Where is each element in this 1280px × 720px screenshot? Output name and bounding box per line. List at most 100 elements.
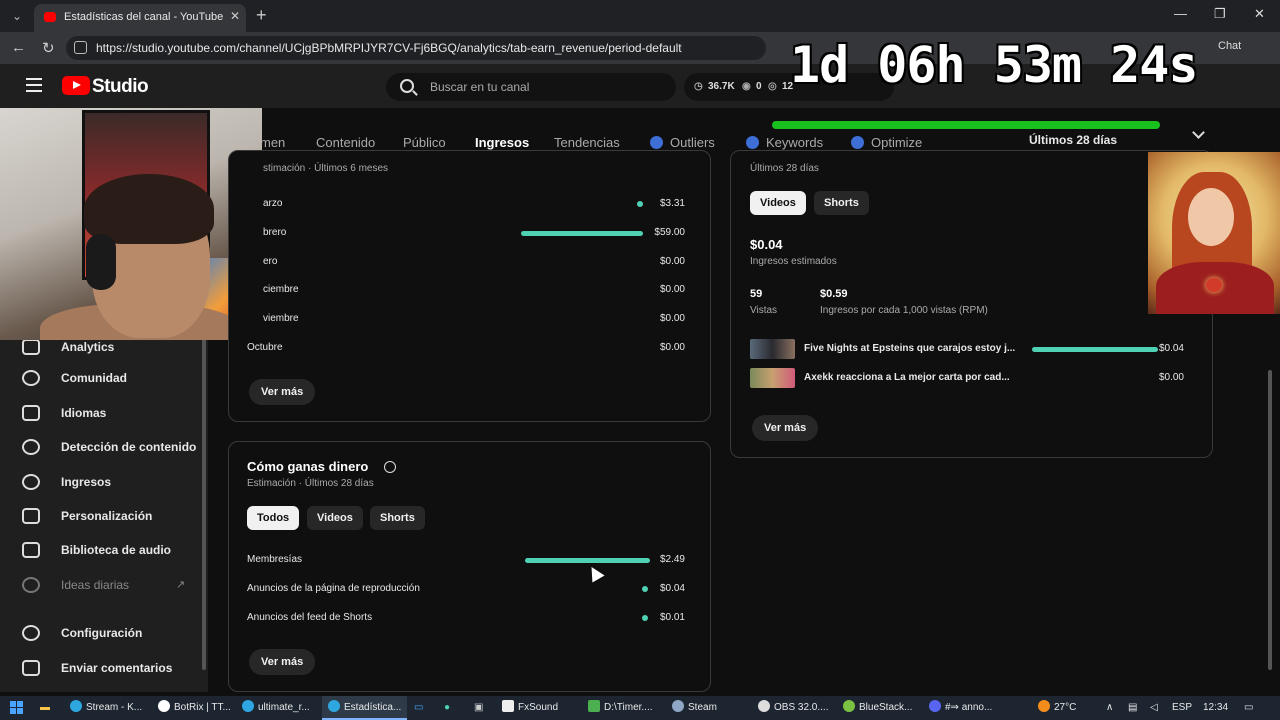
history-clock-icon[interactable] <box>384 461 396 473</box>
sidebar-item-configuracion[interactable]: Configuración <box>22 622 202 646</box>
sidebar-scrollbar[interactable] <box>202 336 206 670</box>
tab-ingresos[interactable]: Ingresos <box>475 135 529 150</box>
tab-resumen[interactable]: men <box>260 135 285 150</box>
input-language[interactable]: ESP <box>1172 696 1192 720</box>
card-subtitle: Estimación · Últimos 28 días <box>247 478 374 489</box>
channel-search-input[interactable]: Buscar en tu canal <box>386 73 676 101</box>
taskbar-app[interactable]: FxSound <box>502 696 558 720</box>
notifications-icon[interactable]: ▭ <box>1244 696 1253 720</box>
weather-widget[interactable]: 27°C <box>1038 696 1076 720</box>
clock-time[interactable]: 12:34 <box>1203 696 1228 720</box>
taskbar-label: Estadística... <box>344 702 402 713</box>
file-explorer-icon[interactable]: ▬ <box>40 696 50 720</box>
taskbar-app[interactable]: BotRix | TT... <box>158 696 231 720</box>
taskbar-app-active[interactable]: Estadística... <box>322 696 408 720</box>
site-info-icon[interactable] <box>74 41 87 54</box>
source-label: Membresías <box>247 554 303 565</box>
card-title: Cómo ganas dinero <box>247 459 369 474</box>
period-selector-label[interactable]: Últimos 28 días <box>1029 133 1117 147</box>
new-tab-icon[interactable]: + <box>256 5 267 26</box>
tab-contenido[interactable]: Contenido <box>316 135 375 150</box>
filter-chip-videos[interactable]: Videos <box>750 191 806 215</box>
video-title[interactable]: Axekk reacciona a La mejor carta por cad… <box>804 372 1010 383</box>
sidebar-item-label: Personalización <box>61 509 153 523</box>
filter-chip-shorts[interactable]: Shorts <box>814 191 869 215</box>
clock-stat-icon: ◷ <box>694 81 703 92</box>
minimize-icon[interactable]: — <box>1174 6 1187 21</box>
edge-icon <box>70 700 82 712</box>
see-more-button[interactable]: Ver más <box>249 379 316 405</box>
taskbar-app[interactable]: Steam <box>672 696 717 720</box>
extension-icon <box>650 136 663 149</box>
volume-icon[interactable]: ◁ <box>1150 696 1158 720</box>
sidebar-item-ingresos[interactable]: Ingresos <box>22 471 202 495</box>
sidebar-item-idiomas[interactable]: Idiomas <box>22 402 202 426</box>
taskbar-app[interactable]: Stream - K... <box>70 696 142 720</box>
node-icon <box>588 700 600 712</box>
extension-icon <box>22 577 40 593</box>
url-field[interactable]: https://studio.youtube.com/channel/UCjgB… <box>66 36 766 60</box>
extension-icon <box>746 136 759 149</box>
video-thumbnail[interactable] <box>750 339 795 359</box>
tab-keywords[interactable]: Keywords <box>746 135 823 150</box>
menu-icon[interactable] <box>26 78 42 92</box>
main-scrollbar[interactable] <box>1268 370 1272 670</box>
extension-icon <box>851 136 864 149</box>
source-value: $0.01 <box>659 612 685 623</box>
video-thumbnail[interactable] <box>750 368 795 388</box>
maximize-icon[interactable]: ❐ <box>1214 6 1226 22</box>
tab-list-chevron-icon[interactable]: ⌄ <box>6 6 28 26</box>
youtube-logo-icon[interactable] <box>62 76 90 95</box>
sidebar-item-ideas-diarias[interactable]: Ideas diarias ↗ <box>22 574 202 598</box>
browser-tab-active[interactable]: Estadísticas del canal - YouTube St ✕ <box>34 4 246 32</box>
sidebar-item-biblioteca-audio[interactable]: Biblioteca de audio <box>22 539 202 563</box>
video-value: $0.04 <box>1158 343 1184 354</box>
sidebar-item-personalizacion[interactable]: Personalización <box>22 505 202 529</box>
tab-optimize[interactable]: Optimize <box>851 135 922 150</box>
video-title[interactable]: Five Nights at Epsteins que carajos esto… <box>804 343 1015 354</box>
tray-chevron-icon[interactable]: ∧ <box>1106 696 1113 720</box>
month-value: $0.00 <box>659 313 685 324</box>
sidebar-item-enviar-comentarios[interactable]: Enviar comentarios <box>22 657 202 681</box>
filter-chip-todos[interactable]: Todos <box>247 506 300 530</box>
tab-keywords-label: Keywords <box>766 135 824 150</box>
terminal-icon[interactable]: ▣ <box>474 696 483 720</box>
tab-publico[interactable]: Público <box>403 135 446 150</box>
see-more-button[interactable]: Ver más <box>249 649 316 675</box>
network-icon[interactable]: ▤ <box>1128 696 1137 720</box>
studio-logo-text: Studio <box>92 76 149 97</box>
dollar-icon <box>22 474 40 490</box>
stat-a: 0 <box>756 81 762 92</box>
filter-chip-videos[interactable]: Videos <box>307 506 363 530</box>
tab-tendencias[interactable]: Tendencias <box>554 135 620 150</box>
month-value: $3.31 <box>659 198 685 209</box>
chat-button[interactable]: Chat <box>1218 40 1241 52</box>
views-value: 59 <box>750 288 763 300</box>
people-icon <box>22 370 40 386</box>
taskbar-app[interactable]: D:\Timer.... <box>588 696 653 720</box>
taskbar-app[interactable]: OBS 32.0.... <box>758 696 828 720</box>
close-tab-icon[interactable]: ✕ <box>230 9 240 23</box>
see-more-button[interactable]: Ver más <box>752 415 819 441</box>
sidebar-item-label: Biblioteca de audio <box>61 543 172 557</box>
mail-icon[interactable]: ▭ <box>414 696 423 720</box>
month-label: brero <box>263 227 287 238</box>
rpm-label: Ingresos por cada 1,000 vistas (RPM) <box>820 305 988 316</box>
window-close-icon[interactable]: ✕ <box>1254 6 1265 22</box>
sidebar-item-comunidad[interactable]: Comunidad <box>22 367 202 391</box>
tab-outliers[interactable]: Outliers <box>650 135 715 150</box>
taskbar-label: OBS 32.0.... <box>774 702 829 713</box>
back-icon[interactable]: ← <box>11 39 26 56</box>
reload-icon[interactable]: ↻ <box>42 39 55 57</box>
external-link-icon[interactable]: ↗ <box>176 578 185 591</box>
edge-icon <box>328 700 340 712</box>
steam-icon <box>672 700 684 712</box>
filter-chip-shorts[interactable]: Shorts <box>370 506 425 530</box>
app-circle-icon[interactable]: ● <box>444 696 450 720</box>
sidebar-item-deteccion[interactable]: Detección de contenido <box>22 436 202 460</box>
windows-start-icon[interactable] <box>10 701 24 715</box>
taskbar-app[interactable]: #⇒ anno... <box>929 696 992 720</box>
estimated-revenue-label: Ingresos estimados <box>750 256 837 267</box>
taskbar-app[interactable]: ultimate_r... <box>242 696 310 720</box>
taskbar-app[interactable]: BlueStack... <box>843 696 912 720</box>
